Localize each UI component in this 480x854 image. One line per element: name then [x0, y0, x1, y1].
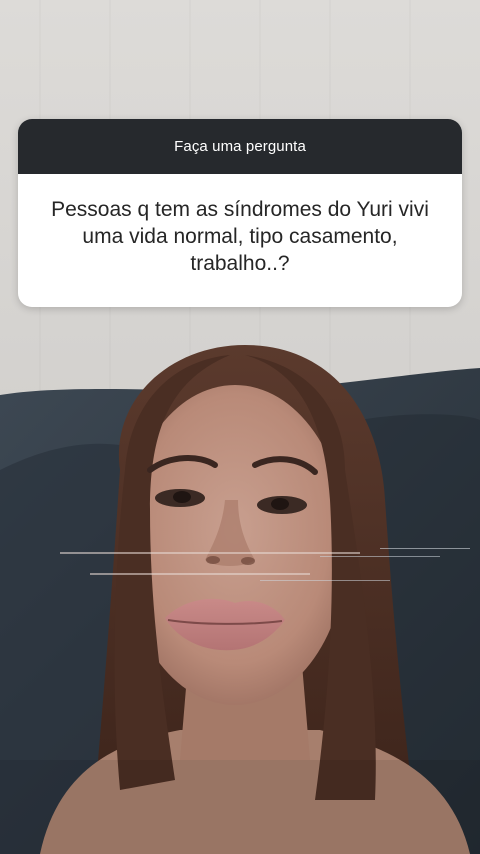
question-sticker-header: Faça uma pergunta [18, 119, 462, 174]
question-sticker[interactable]: Faça uma pergunta Pessoas q tem as síndr… [18, 119, 462, 307]
question-sticker-body: Pessoas q tem as síndromes do Yuri vivi … [18, 174, 462, 307]
question-sticker-title: Faça uma pergunta [174, 138, 306, 155]
question-text: Pessoas q tem as síndromes do Yuri vivi … [51, 198, 429, 275]
